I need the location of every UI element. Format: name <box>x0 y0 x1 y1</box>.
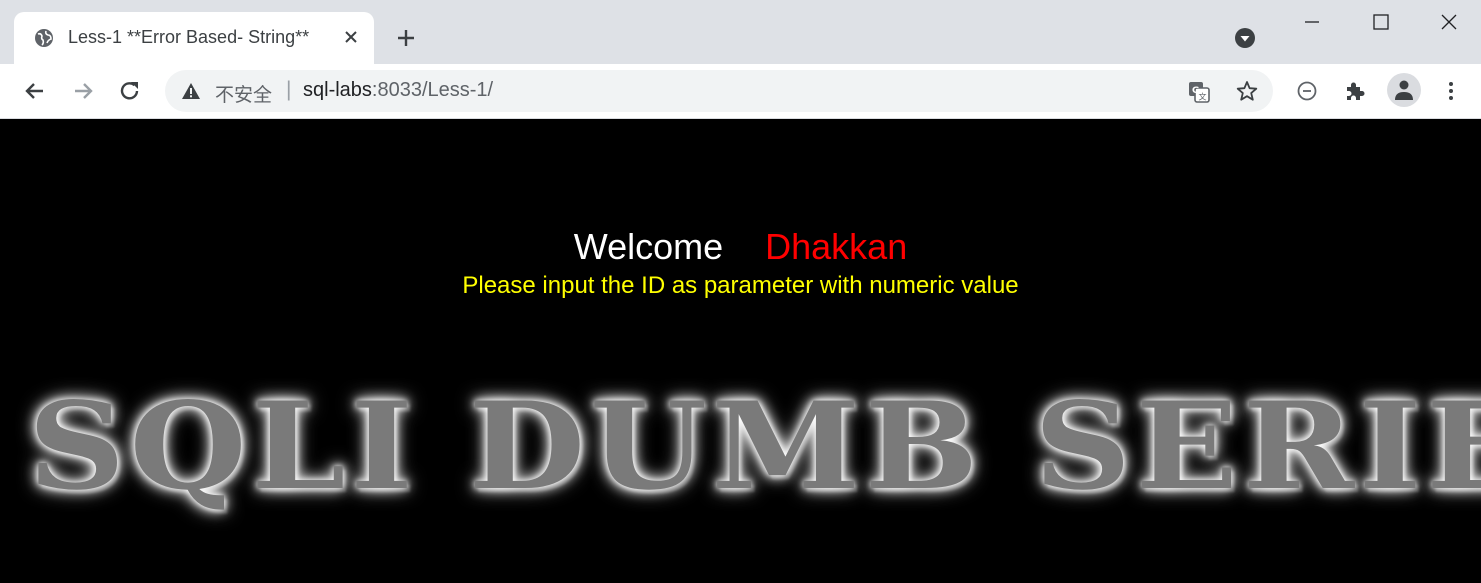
welcome-text: Welcome <box>573 226 724 267</box>
address-bar[interactable]: 不安全 | sql-labs:8033/Less-1/ G 文 <box>165 70 1273 112</box>
profile-icon <box>1395 80 1413 100</box>
close-icon[interactable] <box>341 27 361 47</box>
browser-toolbar: 不安全 | sql-labs:8033/Less-1/ G 文 <box>0 64 1481 119</box>
puzzle-icon[interactable] <box>1342 78 1368 104</box>
url-text[interactable]: sql-labs:8033/Less-1/ <box>303 79 493 102</box>
translate-icon[interactable]: G 文 <box>1187 80 1211 104</box>
welcome-heading: Welcome Dhakkan <box>0 226 1481 268</box>
star-icon[interactable] <box>1235 79 1259 103</box>
svg-text:文: 文 <box>1199 92 1207 102</box>
forward-arrow-icon[interactable] <box>70 78 96 104</box>
url-host: sql-labs <box>303 79 372 101</box>
url-path: :8033/Less-1/ <box>371 79 494 101</box>
kebab-menu-icon[interactable] <box>1438 78 1464 104</box>
address-separator: | <box>286 78 292 101</box>
back-arrow-icon[interactable] <box>22 78 48 104</box>
globe-icon <box>35 29 53 47</box>
user-name: Dhakkan <box>765 226 908 267</box>
warning-triangle-icon[interactable] <box>181 82 201 100</box>
maximize-icon[interactable] <box>1371 12 1391 32</box>
tab-strip: Less-1 **Error Based- String** <box>0 0 1481 64</box>
window-close-icon[interactable] <box>1439 12 1459 32</box>
page-content: Welcome Dhakkan Please input the ID as pa… <box>0 120 1481 583</box>
reload-icon[interactable] <box>117 78 143 104</box>
instruction-text: Please input the ID as parameter with nu… <box>462 272 1019 299</box>
tab-search-icon[interactable] <box>1234 27 1256 49</box>
security-label[interactable]: 不安全 <box>215 80 272 107</box>
profile-avatar[interactable] <box>1387 73 1421 107</box>
minimize-icon[interactable] <box>1302 12 1322 32</box>
minus-circle-icon[interactable] <box>1294 78 1320 104</box>
tab-title: Less-1 **Error Based- String** <box>68 27 310 47</box>
browser-tab[interactable]: Less-1 **Error Based- String** <box>14 12 374 64</box>
plus-icon[interactable] <box>394 26 418 50</box>
banner-logo: SQLI DUMB SERIES-1 <box>28 376 1481 517</box>
